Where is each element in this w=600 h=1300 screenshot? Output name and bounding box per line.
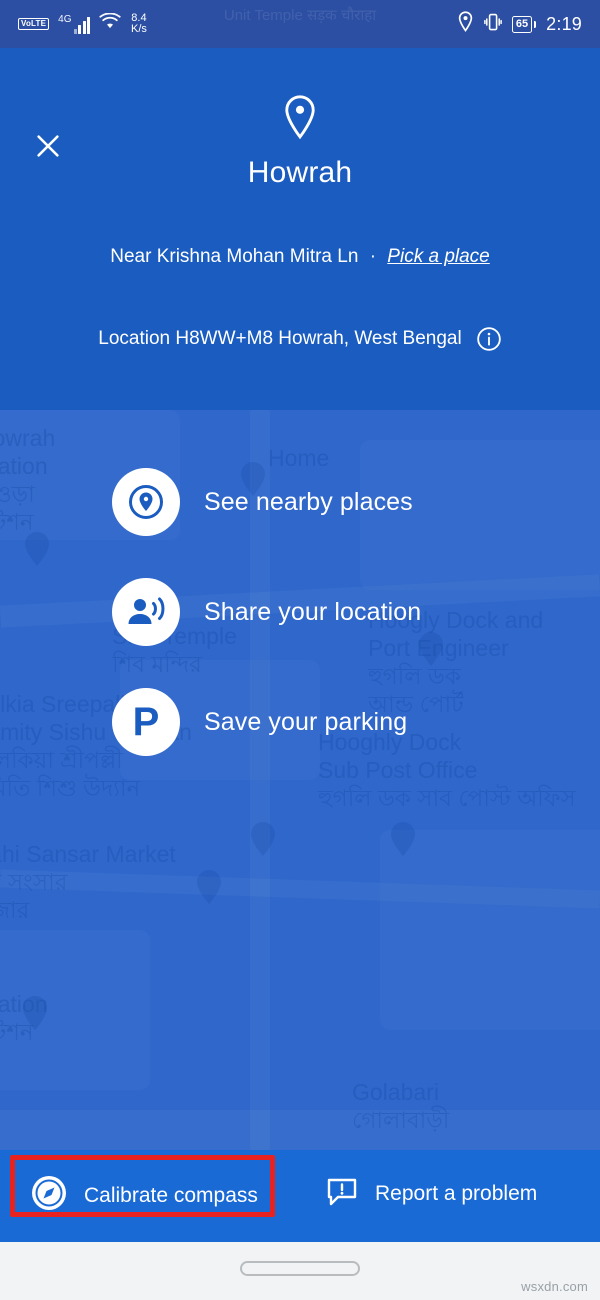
nearby-places-icon bbox=[112, 468, 180, 536]
network-type-label: 4G bbox=[58, 13, 72, 25]
battery-tip bbox=[533, 20, 537, 28]
map-pin-icon bbox=[0, 94, 600, 140]
report-problem-icon bbox=[325, 1174, 359, 1213]
location-header-panel: Howrah Near Krishna Mohan Mitra Ln · Pic… bbox=[0, 48, 600, 410]
wifi-icon bbox=[99, 12, 121, 35]
share-location-icon bbox=[112, 578, 180, 646]
near-address-text: Near Krishna Mohan Mitra Ln bbox=[110, 246, 359, 267]
near-address-line: Near Krishna Mohan Mitra Ln · Pick a pla… bbox=[0, 246, 600, 268]
signal-bars-icon: 4G bbox=[58, 13, 90, 34]
parking-p-icon: P bbox=[112, 688, 180, 756]
vibrate-icon bbox=[484, 12, 502, 37]
battery-level-label: 65 bbox=[511, 15, 533, 33]
action-share-your-location[interactable]: Share your location bbox=[112, 578, 421, 646]
volte-badge: VoLTE bbox=[18, 18, 50, 30]
separator-dot: · bbox=[369, 246, 377, 267]
map-background[interactable]: Howrah Station হাওড়া স্টেশন Home Shiv T… bbox=[0, 410, 600, 1150]
phone-screen: VoLTE 4G 8.4 K/s Unit Temple सड़क चौराहा bbox=[0, 0, 600, 1300]
system-navigation-bar: wsxdn.com bbox=[0, 1242, 600, 1300]
report-problem-label: Report a problem bbox=[375, 1181, 538, 1205]
report-problem-button[interactable]: Report a problem bbox=[325, 1174, 537, 1213]
action-see-nearby-places[interactable]: See nearby places bbox=[112, 468, 413, 536]
info-circle-icon[interactable] bbox=[476, 326, 502, 352]
page-title: Howrah bbox=[247, 156, 353, 189]
signal-bars-glyph bbox=[73, 16, 90, 34]
pick-a-place-link[interactable]: Pick a place bbox=[387, 246, 489, 267]
ghost-notification-text: Unit Temple सड़क चौराहा bbox=[223, 7, 377, 24]
status-bar-left: VoLTE 4G 8.4 K/s bbox=[18, 13, 147, 35]
bottom-action-bar: Calibrate compass Report a problem bbox=[0, 1150, 600, 1242]
plus-code-text: Location H8WW+M8 Howrah, West Bengal bbox=[98, 328, 462, 349]
home-gesture-pill[interactable] bbox=[240, 1261, 360, 1276]
action-label: See nearby places bbox=[204, 487, 413, 516]
calibrate-compass-label: Calibrate compass bbox=[84, 1183, 258, 1207]
watermark: wsxdn.com bbox=[521, 1279, 588, 1294]
action-label: Share your location bbox=[204, 597, 422, 626]
action-save-your-parking[interactable]: P Save your parking bbox=[112, 688, 407, 756]
data-speed-indicator: 8.4 K/s bbox=[131, 13, 147, 35]
data-speed-unit: K/s bbox=[131, 23, 147, 35]
status-bar-right: 65 2:19 bbox=[457, 11, 582, 37]
battery-icon: 65 bbox=[511, 15, 537, 33]
status-bar: VoLTE 4G 8.4 K/s Unit Temple सड़क चौराहा bbox=[0, 0, 600, 48]
calibrate-compass-button[interactable]: Calibrate compass bbox=[30, 1174, 258, 1217]
location-pin-icon bbox=[457, 11, 474, 37]
status-bar-clock: 2:19 bbox=[546, 13, 582, 34]
action-label: Save your parking bbox=[204, 707, 408, 736]
parking-letter: P bbox=[132, 700, 160, 744]
compass-icon bbox=[30, 1174, 68, 1217]
plus-code-line: Location H8WW+M8 Howrah, West Bengal bbox=[0, 326, 600, 352]
